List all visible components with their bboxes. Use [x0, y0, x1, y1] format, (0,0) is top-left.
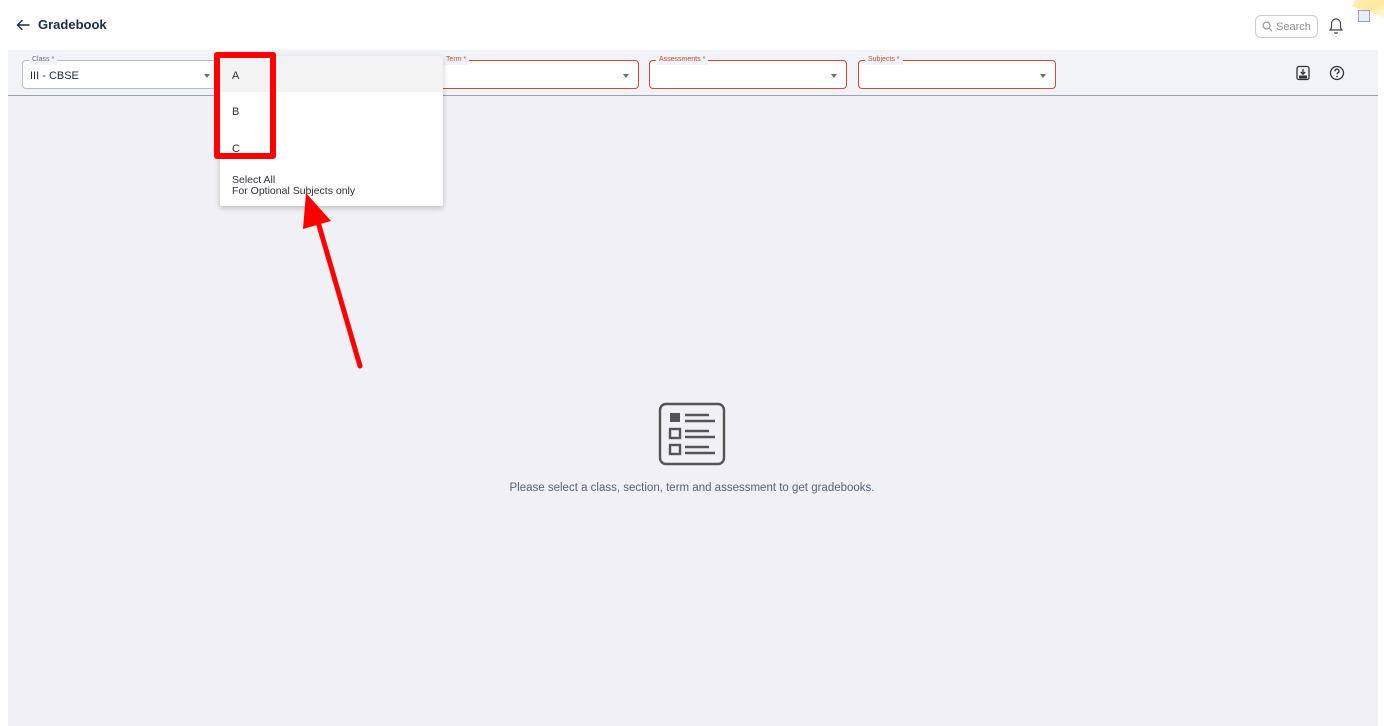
chevron-down-icon: [831, 74, 837, 78]
class-value: III - CBSE: [30, 70, 79, 82]
subjects-label: Subjects *: [865, 55, 903, 65]
search-placeholder: Search: [1276, 20, 1311, 33]
avatar[interactable]: [1352, 0, 1384, 40]
term-label: Term *: [443, 55, 470, 65]
subjects-select[interactable]: Subjects *: [858, 55, 1056, 89]
dropdown-option-select-all[interactable]: Select All For Optional Subjects only: [232, 175, 355, 197]
page-title: Gradebook: [38, 17, 107, 32]
empty-state-message: Please select a class, section, term and…: [509, 482, 875, 494]
assessments-select[interactable]: Assessments *: [649, 55, 847, 89]
excel-download-icon[interactable]: [1295, 65, 1311, 81]
back-button[interactable]: Gradebook: [16, 17, 107, 32]
list-document-icon: [658, 402, 726, 466]
broken-image-icon: [1358, 10, 1370, 22]
class-select[interactable]: Class * III - CBSE: [22, 55, 220, 89]
search-box[interactable]: Search: [1255, 15, 1318, 38]
term-select[interactable]: Term *: [436, 55, 639, 89]
chevron-down-icon: [204, 74, 210, 78]
assessments-label: Assessments *: [656, 55, 709, 65]
search-icon: [1262, 21, 1273, 32]
back-arrow-icon: [16, 19, 30, 30]
help-icon[interactable]: [1329, 65, 1345, 81]
chevron-down-icon: [1040, 74, 1046, 78]
class-label: Class *: [29, 55, 58, 65]
bell-icon[interactable]: [1328, 17, 1344, 35]
chevron-down-icon: [623, 74, 629, 78]
annotation-highlight-box: [214, 52, 276, 159]
top-header: Gradebook Search: [0, 0, 1384, 50]
select-all-note: For Optional Subjects only: [232, 185, 356, 197]
